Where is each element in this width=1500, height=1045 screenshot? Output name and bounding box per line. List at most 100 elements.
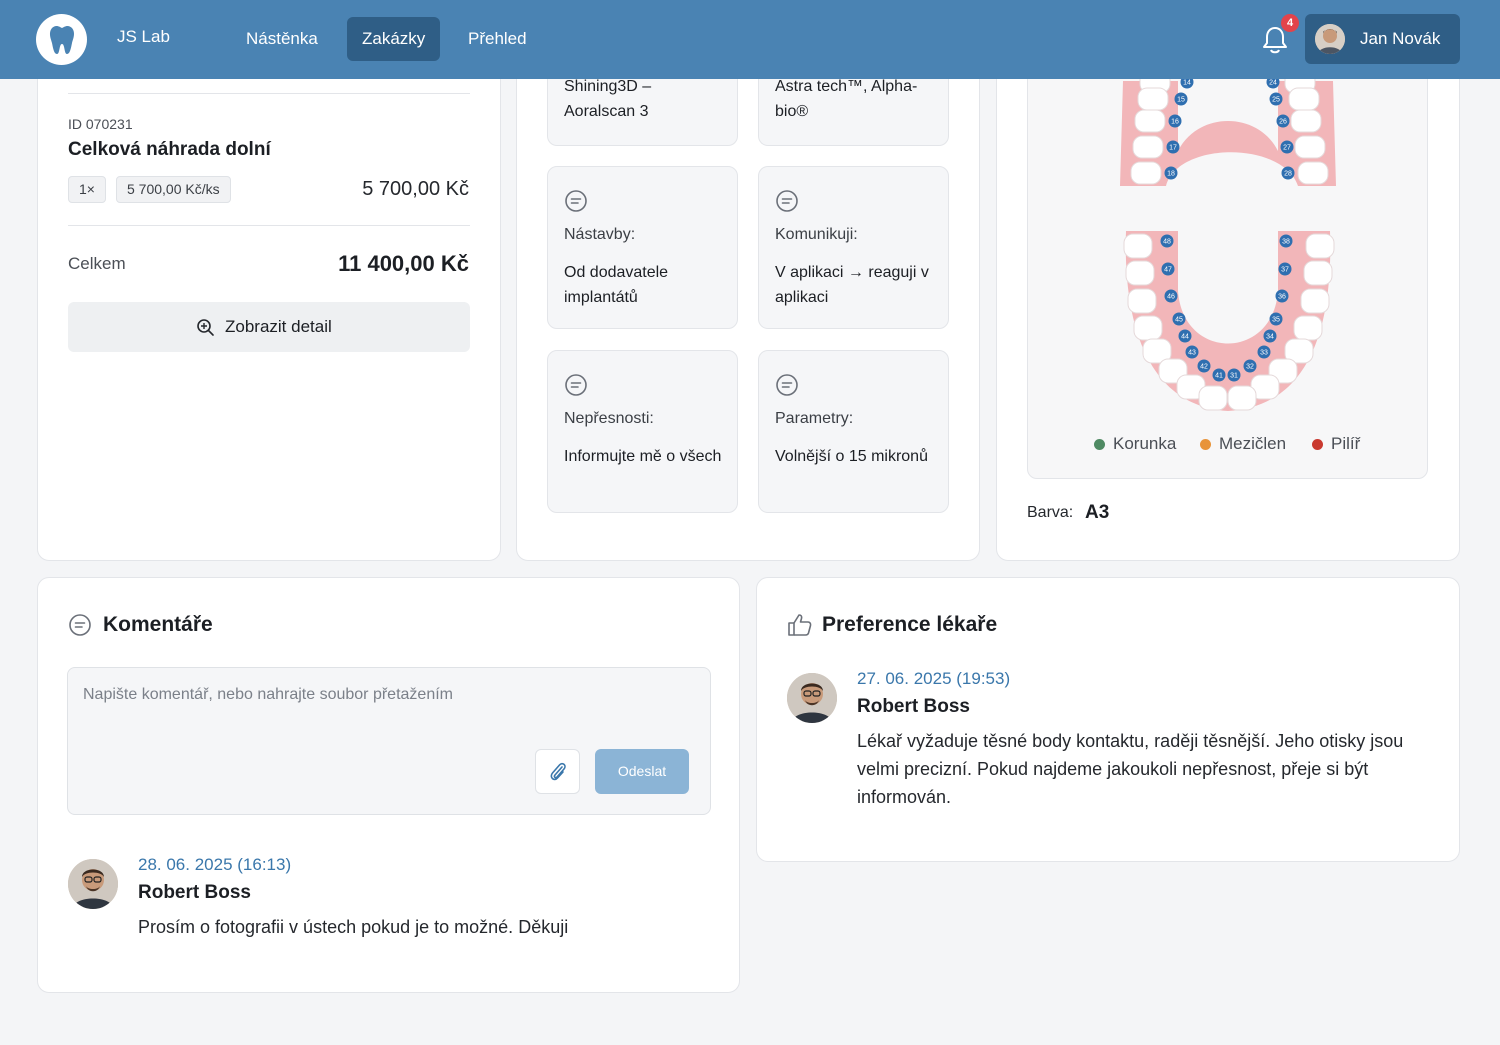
tooth-number-label: 16 [1171, 119, 1179, 126]
total-label: Celkem [68, 254, 126, 273]
tooth[interactable] [1198, 385, 1228, 411]
comment-icon [775, 373, 799, 402]
legend-abutment: Pilíř [1331, 434, 1361, 453]
tooth-number-label: 45 [1175, 317, 1183, 324]
pref-value: Od dodavatele implantátů [564, 264, 669, 306]
pref-label: Nástavby: [564, 226, 636, 243]
doctor-preferences-title: Preference lékaře [822, 613, 998, 636]
tooth-number-label: 33 [1260, 350, 1268, 357]
divider [68, 93, 470, 94]
preference-date: 27. 06. 2025 (19:53) [857, 669, 1011, 688]
pref-label: Nepřesnosti: [564, 410, 654, 427]
pref-value: Informujte mě o všech [564, 448, 722, 465]
scanner-value: Shining3D – Aoralscan 3 [564, 78, 652, 120]
tooth-number-label: 17 [1169, 145, 1177, 152]
tooth-number-label: 25 [1272, 97, 1280, 104]
brand-name[interactable]: JS Lab [117, 27, 170, 47]
quantity-chip: 1× [68, 176, 106, 203]
pref-label: Parametry: [775, 410, 854, 427]
user-menu-button[interactable]: Jan Novák [1305, 14, 1460, 64]
top-navbar: JS Lab Nástěnka Zakázky Přehled 4 Jan No… [0, 0, 1500, 79]
tooth-number-label: 36 [1278, 294, 1286, 301]
shade-label: Barva: [1027, 504, 1074, 521]
implant-system-value: Astra tech™, Alpha-bio® [775, 78, 918, 120]
comment-text: Prosím o fotografii v ústech pokud je to… [138, 917, 569, 937]
tooth[interactable] [1293, 315, 1323, 341]
tooth-number-label: 32 [1246, 364, 1254, 371]
nav-item-overview[interactable]: Přehled [453, 17, 542, 61]
tooth-number-label: 28 [1284, 171, 1292, 178]
tooth[interactable] [1133, 315, 1163, 341]
shade-value: A3 [1085, 502, 1110, 523]
tooth[interactable] [1134, 109, 1166, 133]
tooth[interactable] [1300, 288, 1330, 314]
tooth-number-label: 47 [1164, 267, 1172, 274]
pref-card-parameters: Parametry: Volnější o 15 mikronů [758, 350, 949, 513]
tooth[interactable] [1288, 87, 1320, 111]
comment-date: 28. 06. 2025 (16:13) [138, 855, 292, 874]
tooth[interactable] [1125, 260, 1155, 286]
tooth-number-label: 41 [1215, 373, 1223, 380]
tooth[interactable] [1297, 161, 1329, 185]
tooth[interactable] [1294, 135, 1326, 159]
tooth-chart-panel: 14 15 16 17 18 24 25 26 27 28 48 47 46 45 44 43 42 41 38 37… [1027, 60, 1428, 479]
legend-crown: Korunka [1113, 434, 1177, 453]
tooth-number-label: 46 [1167, 294, 1175, 301]
pref-card-communication: Komunikuji: V aplikaci → reaguji v aplik… [758, 166, 949, 329]
legend-dot-crown [1094, 439, 1105, 450]
comment-author-avatar [68, 859, 118, 909]
legend-pontic: Mezičlen [1219, 434, 1287, 453]
attach-file-button[interactable] [535, 749, 580, 794]
thumbs-up-icon [787, 613, 813, 642]
dental-arch-diagram[interactable]: 14 15 16 17 18 24 25 26 27 28 48 47 46 45 44 43 42 41 38 37… [1028, 61, 1428, 479]
tooth-number-label: 38 [1282, 239, 1290, 246]
tooth-number-label: 35 [1272, 317, 1280, 324]
comment-icon [564, 189, 588, 218]
comment-icon [68, 613, 92, 642]
tooth-number-label: 18 [1167, 171, 1175, 178]
tooth-number-label: 37 [1281, 267, 1289, 274]
tooth-number-label: 27 [1283, 145, 1291, 152]
tooth[interactable] [1227, 385, 1257, 411]
comments-title: Komentáře [103, 613, 213, 636]
tooth-number-label: 42 [1200, 364, 1208, 371]
comment-placeholder: Napište komentář, nebo nahrajte soubor p… [83, 686, 453, 703]
tooth-number-label: 14 [1183, 80, 1191, 87]
tooth[interactable] [1123, 233, 1153, 259]
tooth-number-label: 15 [1177, 97, 1185, 104]
pref-card-inaccuracies: Nepřesnosti: Informujte mě o všech [547, 350, 738, 513]
divider [68, 225, 470, 226]
tooth[interactable] [1305, 233, 1335, 259]
tooth[interactable] [1137, 87, 1169, 111]
zoom-in-icon [196, 318, 215, 342]
item-id: ID 070231 [68, 116, 133, 132]
preference-text: Lékař vyžaduje těsné body kontaktu, radě… [857, 731, 1404, 807]
tooth[interactable] [1132, 135, 1164, 159]
legend-dot-abutment [1312, 439, 1323, 450]
unit-price-chip: 5 700,00 Kč/ks [116, 176, 231, 203]
comment-icon [564, 373, 588, 402]
tooth-number-label: 26 [1279, 119, 1287, 126]
pref-value: Volnější o 15 mikronů [775, 448, 928, 465]
preference-author: Robert Boss [857, 696, 970, 717]
tooth-logo-icon[interactable] [36, 14, 87, 65]
legend-dot-pontic [1200, 439, 1211, 450]
tooth[interactable] [1130, 161, 1162, 185]
tooth[interactable] [1290, 109, 1322, 133]
comment-author: Robert Boss [138, 882, 251, 903]
tooth-number-label: 43 [1188, 350, 1196, 357]
send-comment-button[interactable]: Odeslat [595, 749, 689, 794]
comment-icon [775, 189, 799, 218]
tooth-number-label: 34 [1266, 334, 1274, 341]
user-name: Jan Novák [1360, 29, 1441, 48]
paperclip-icon [548, 761, 568, 788]
pref-label: Komunikuji: [775, 226, 858, 243]
show-detail-button[interactable]: Zobrazit detail [68, 302, 470, 352]
tooth[interactable] [1127, 288, 1157, 314]
pref-value: V aplikaci → reaguji v aplikaci [775, 264, 929, 306]
show-detail-label: Zobrazit detail [225, 317, 332, 336]
nav-item-dashboard[interactable]: Nástěnka [231, 17, 333, 61]
tooth-number-label: 31 [1230, 373, 1238, 380]
nav-item-orders[interactable]: Zakázky [347, 17, 441, 61]
tooth[interactable] [1303, 260, 1333, 286]
